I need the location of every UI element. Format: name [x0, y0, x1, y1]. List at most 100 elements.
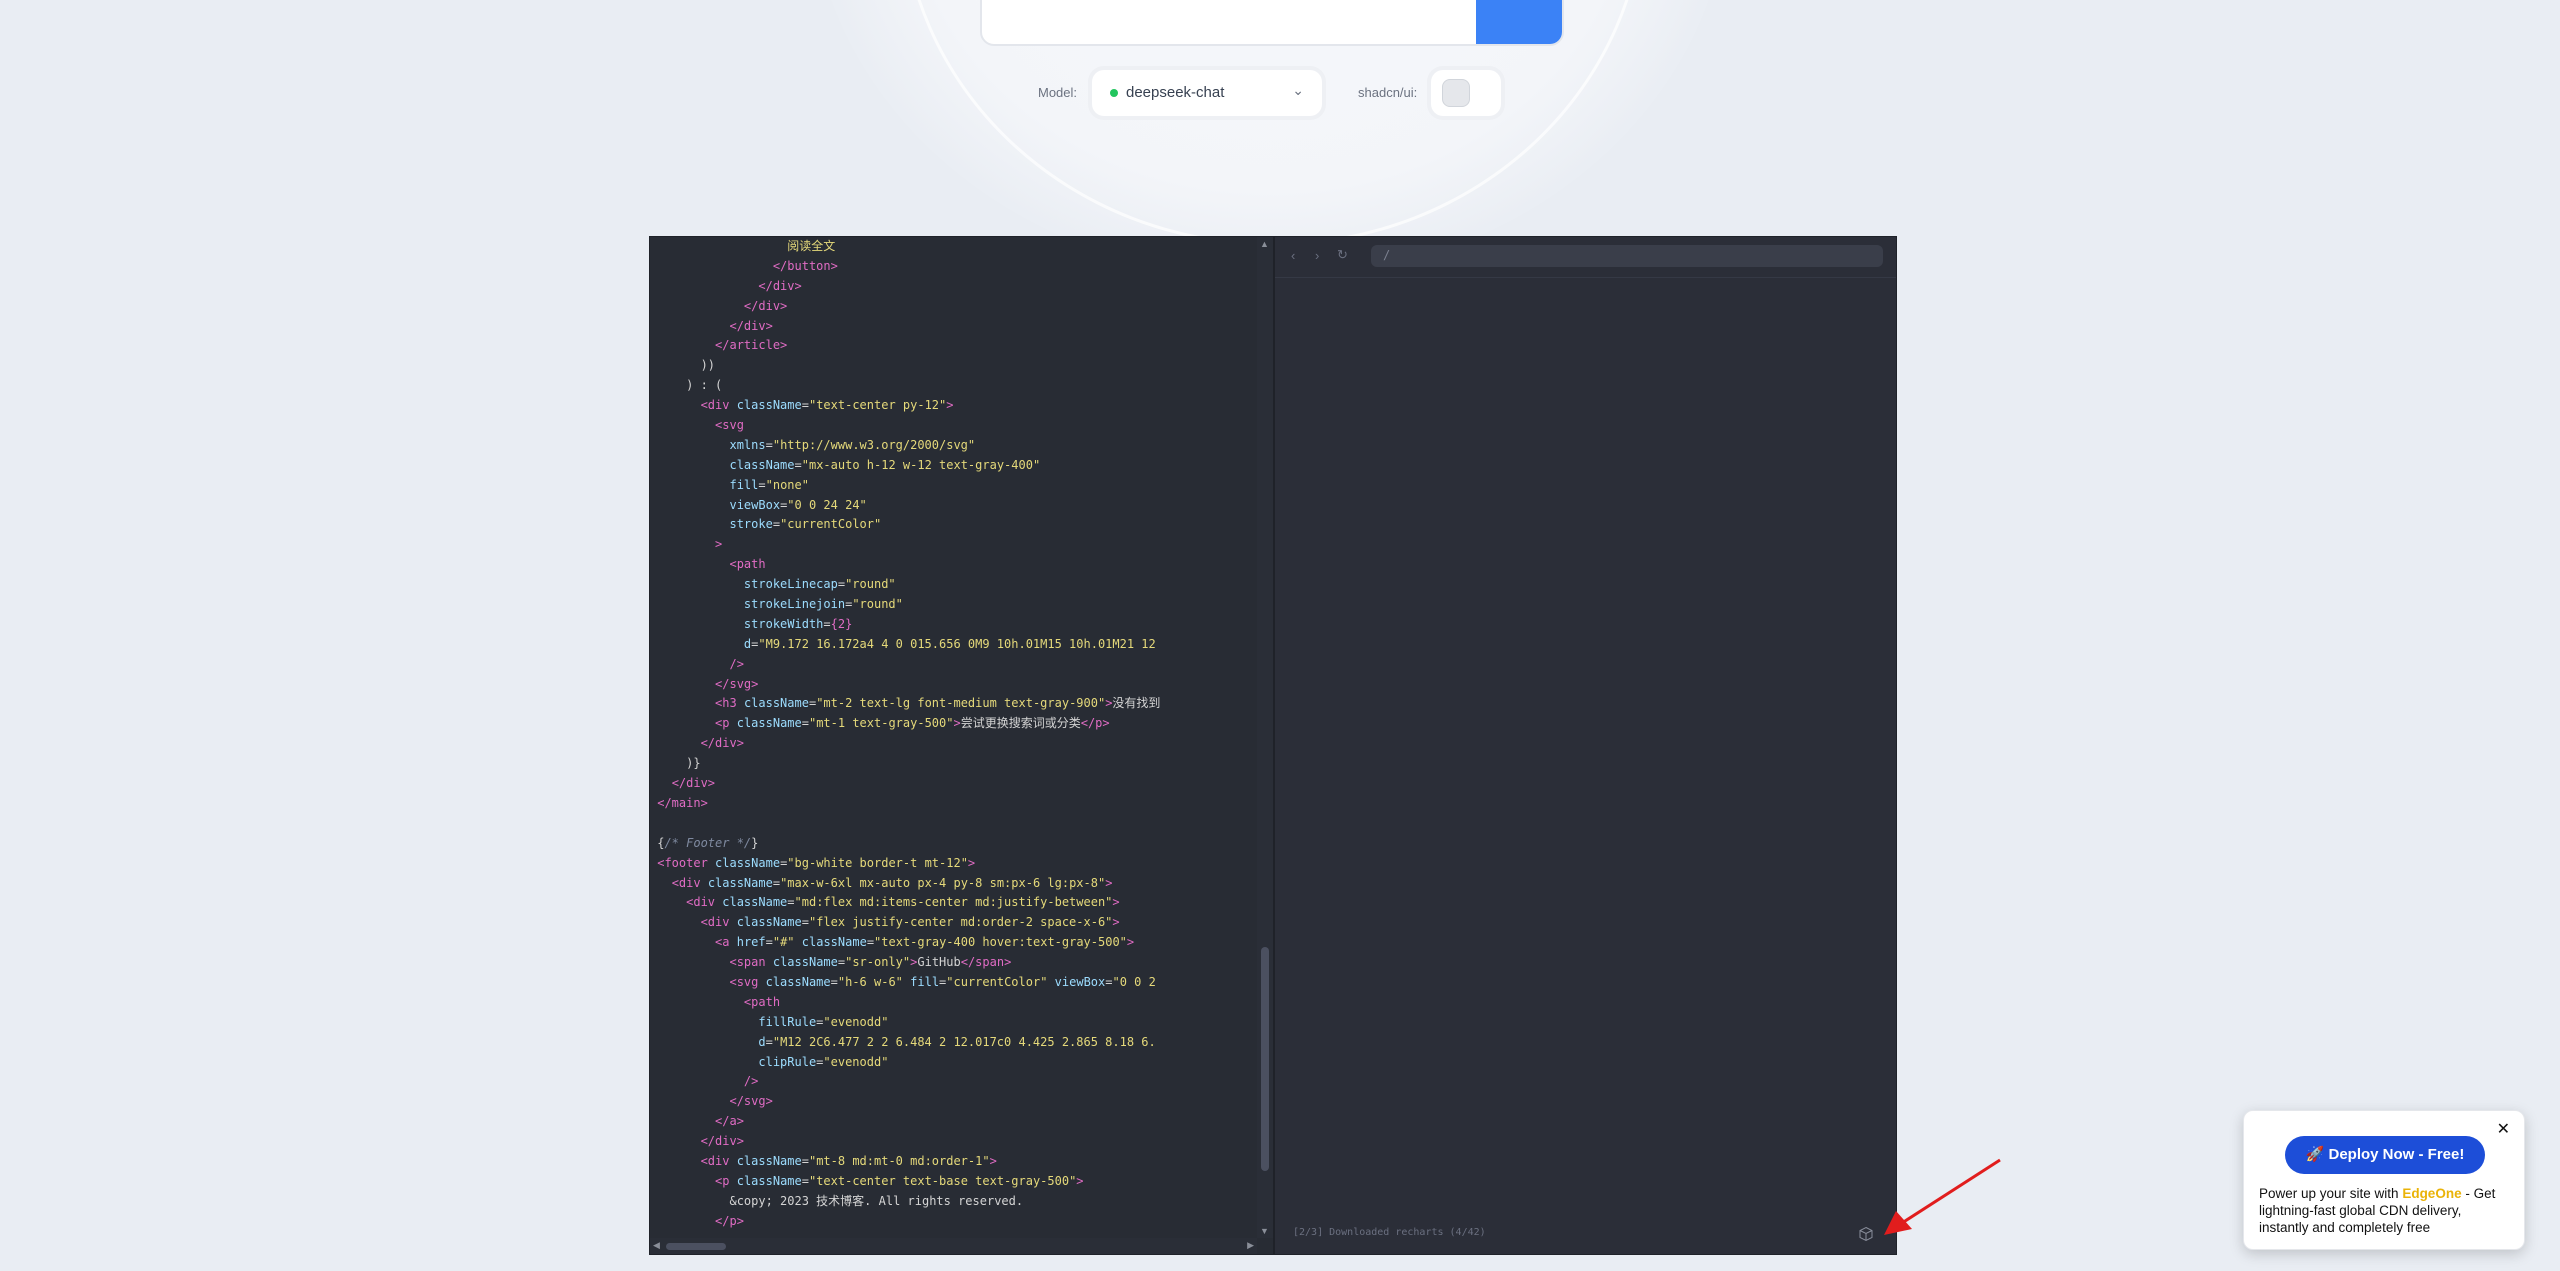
code-line: <a href="#" className="text-gray-400 hov…: [650, 933, 1257, 953]
code-token: <path: [743, 994, 781, 1009]
code-token: GitHub: [917, 955, 961, 970]
code-line: <span className="sr-only">GitHub</span>: [650, 953, 1257, 973]
code-token: &copy; 2023 技术博客. All rights reserved.: [650, 1193, 1024, 1208]
code-token: </div>: [729, 318, 773, 333]
code-token: </div>: [758, 278, 802, 293]
code-line: </svg>: [650, 675, 1257, 695]
code-token: "max-w-6xl mx-auto px-4 py-8 sm:px-6 lg:…: [780, 875, 1106, 890]
code-token: className: [707, 875, 773, 890]
scroll-up-icon[interactable]: ▲: [1260, 239, 1269, 249]
code-token: "0 0 24 24": [787, 497, 867, 512]
code-line: )): [650, 356, 1257, 376]
code-token: strokeLinecap: [743, 577, 838, 592]
code-line: <svg: [650, 416, 1257, 436]
vertical-scroll-thumb[interactable]: [1261, 947, 1269, 1171]
code-token: <path: [729, 557, 766, 572]
code-token: "mt-8 md:mt-0 md:order-1": [808, 1153, 990, 1168]
code-token: "0 0 2: [1112, 974, 1156, 989]
code-token: =: [837, 577, 846, 592]
code-token: "currentColor": [780, 517, 882, 532]
code-token: "h-6 w-6": [837, 974, 903, 989]
code-token: "flex justify-center md:order-2 space-x-…: [808, 915, 1113, 930]
code-token: "M9.172 16.172a4 4 0 015.656 0M9 10h.01M…: [758, 636, 1156, 651]
code-token: /* Footer */: [664, 835, 752, 850]
code-token: </p>: [1080, 716, 1110, 731]
scroll-right-icon[interactable]: ▶: [1247, 1240, 1254, 1251]
submit-button[interactable]: [1476, 0, 1562, 44]
close-icon[interactable]: ✕: [2497, 1119, 2510, 1139]
code-token: {2}: [830, 616, 853, 631]
code-line: {/* Footer */}: [650, 834, 1257, 854]
package-icon[interactable]: [1858, 1226, 1874, 1242]
code-token: className: [743, 696, 809, 711]
code-token: "round": [852, 597, 903, 612]
code-token: =: [801, 1153, 809, 1168]
refresh-icon[interactable]: ↻: [1337, 247, 1348, 263]
code-token: className: [736, 398, 802, 413]
code-token: <div: [671, 875, 708, 890]
code-editor[interactable]: 阅读全文 </button> </div> </div> </div> </ar…: [649, 236, 1274, 1255]
code-line: fill="none": [650, 476, 1257, 496]
code-token: <div: [686, 895, 723, 910]
prompt-input-box[interactable]: [980, 0, 1564, 46]
code-token: =: [765, 1034, 773, 1049]
code-token: >: [953, 716, 961, 731]
forward-icon[interactable]: ›: [1315, 248, 1319, 263]
horizontal-scroll-thumb[interactable]: [666, 1243, 726, 1250]
deploy-promo-toast: ✕ 🚀 Deploy Now - Free! Power up your sit…: [2243, 1110, 2525, 1250]
code-token: </svg>: [715, 676, 759, 691]
code-token: >: [967, 855, 976, 870]
code-token: strokeLinejoin: [743, 597, 846, 612]
shadcn-label: shadcn/ui:: [1358, 85, 1418, 100]
code-line: xmlns="http://www.w3.org/2000/svg": [650, 436, 1257, 456]
code-line: <p className="text-center text-base text…: [650, 1172, 1257, 1192]
code-token: className: [729, 457, 795, 472]
scroll-left-icon[interactable]: ◀: [653, 1240, 660, 1251]
preview-url-bar[interactable]: /: [1371, 245, 1883, 267]
back-icon[interactable]: ‹: [1291, 248, 1295, 263]
code-content[interactable]: 阅读全文 </button> </div> </div> </div> </ar…: [650, 237, 1257, 1238]
horizontal-scrollbar[interactable]: ◀ ▶: [650, 1238, 1257, 1254]
code-token: =: [866, 935, 875, 950]
code-token: >: [1076, 1173, 1084, 1188]
code-token: 阅读全文: [650, 239, 836, 253]
model-select[interactable]: deepseek-chat ⌄: [1092, 70, 1322, 116]
vertical-scrollbar[interactable]: ▲ ▼: [1257, 237, 1273, 1238]
code-line: strokeLinecap="round": [650, 575, 1257, 595]
code-token: =: [801, 915, 809, 930]
code-line: strokeWidth={2}: [650, 615, 1257, 635]
preview-toolbar: ‹ › ↻ /: [1275, 237, 1896, 278]
shadcn-toggle[interactable]: [1431, 70, 1501, 116]
code-token: </div>: [671, 776, 716, 791]
code-token: className: [765, 974, 831, 989]
scroll-down-icon[interactable]: ▼: [1260, 1226, 1269, 1236]
code-token: <svg: [715, 418, 744, 433]
code-line: fillRule="evenodd": [650, 1013, 1257, 1033]
chevron-down-icon: ⌄: [1292, 82, 1304, 98]
code-line: </div>: [650, 774, 1257, 794]
code-token: 尝试更换搜索词或分类: [960, 716, 1081, 731]
code-token: "text-gray-400 hover:text-gray-500": [874, 935, 1127, 950]
deploy-now-button[interactable]: 🚀 Deploy Now - Free!: [2285, 1136, 2485, 1174]
code-token: </svg>: [729, 1094, 773, 1109]
code-token: "#": [772, 935, 795, 950]
code-token: "sr-only": [845, 955, 911, 970]
